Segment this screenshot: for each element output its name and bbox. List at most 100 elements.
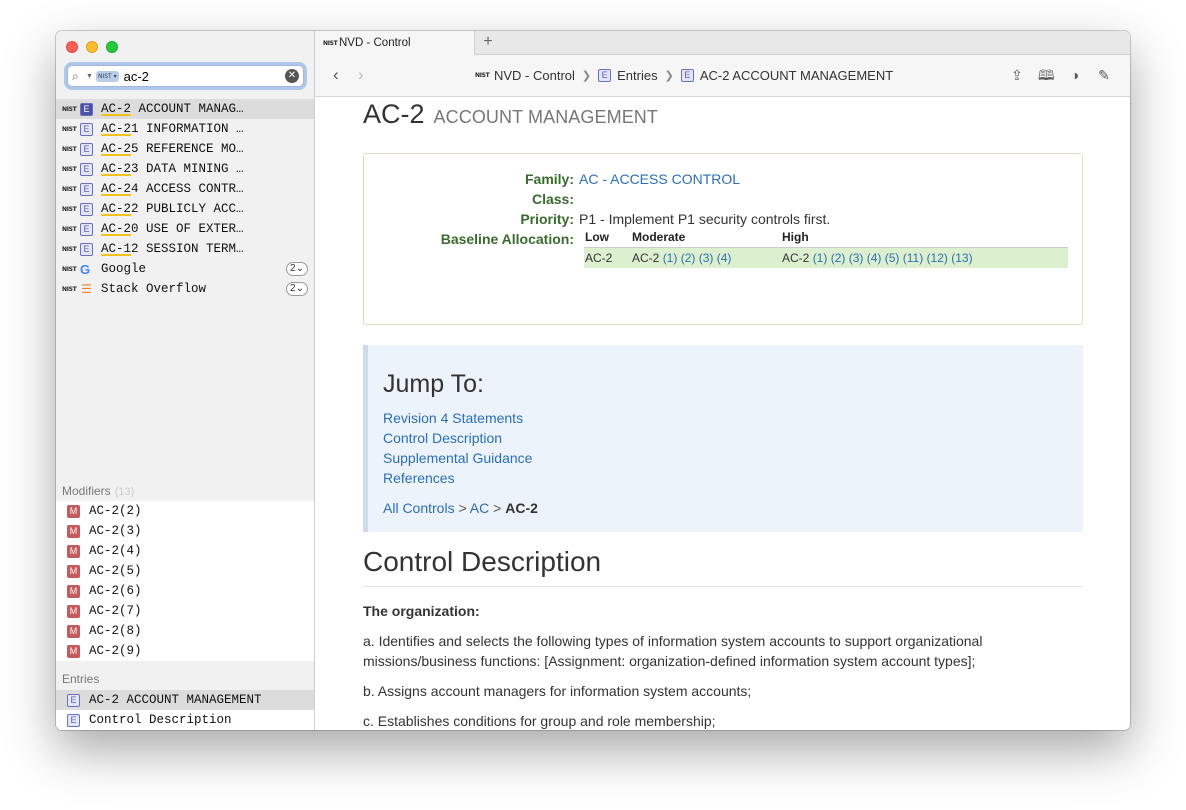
baseline-link[interactable]: (3) — [699, 251, 714, 265]
modifier-type-icon: M — [67, 624, 80, 638]
baseline-link[interactable]: (4) — [717, 251, 732, 265]
result-row[interactable]: NIST E AC-21 INFORMATION SHARING — [56, 119, 314, 139]
nist-docset-icon: NIST — [62, 245, 77, 253]
result-match: AC-1 — [101, 242, 132, 256]
all-controls-link[interactable]: All Controls — [383, 500, 455, 516]
search-field[interactable]: ⌕ ▼ NIST ▾ ✕ — [67, 65, 304, 87]
close-window-button[interactable] — [66, 41, 78, 53]
breadcrumb-current[interactable]: AC-2 ACCOUNT MANAGEMENT — [700, 68, 893, 83]
result-row[interactable]: NIST E AC-2 ACCOUNT MANAGEMENT — [56, 99, 314, 119]
jump-to-box: Jump To: Revision 4 Statements Control D… — [363, 345, 1083, 532]
nist-docset-icon: NIST — [323, 39, 338, 47]
result-row-google[interactable]: NIST G Google 2⌄ — [56, 259, 314, 279]
baseline-link[interactable]: (5) — [885, 251, 900, 265]
result-label: Google — [101, 262, 147, 276]
baseline-table-header: Low Moderate High — [584, 230, 1068, 248]
result-row[interactable]: NIST E AC-25 REFERENCE MONITOR — [56, 139, 314, 159]
back-button[interactable]: ‹ — [333, 65, 339, 85]
tab-nvd-control[interactable]: NIST NVD - Control — [315, 31, 475, 55]
modifier-item[interactable]: M AC-2(6) — [56, 581, 314, 601]
jump-link-revision-statements[interactable]: Revision 4 Statements — [383, 408, 1083, 428]
modifier-item[interactable]: M AC-2(9) — [56, 641, 314, 661]
result-row[interactable]: NIST E AC-24 ACCESS CONTROL DECI… — [56, 179, 314, 199]
baseline-link[interactable]: (2) — [681, 251, 696, 265]
modifier-item[interactable]: M AC-2(4) — [56, 541, 314, 561]
result-row[interactable]: NIST E AC-12 SESSION TERMINATION — [56, 239, 314, 259]
result-match: AC-2 — [101, 222, 132, 236]
bookmark-book-icon[interactable]: 🕮 — [1038, 67, 1055, 83]
contrast-icon[interactable]: ◑ — [1067, 67, 1083, 83]
baseline-link[interactable]: (13) — [951, 251, 972, 265]
result-label: Stack Overflow — [101, 282, 207, 296]
result-row[interactable]: NIST E AC-23 DATA MINING PROTECT… — [56, 159, 314, 179]
jump-link-supplemental-guidance[interactable]: Supplemental Guidance — [383, 448, 1083, 468]
baseline-link[interactable]: (3) — [849, 251, 864, 265]
modifier-item[interactable]: M AC-2(7) — [56, 601, 314, 621]
jump-link-references[interactable]: References — [383, 468, 1083, 488]
baseline-link[interactable]: (12) — [927, 251, 948, 265]
search-icon[interactable]: ⌕ — [72, 69, 86, 84]
baseline-link[interactable]: (11) — [903, 251, 923, 265]
nist-docset-icon: NIST — [62, 185, 77, 193]
tab-title: NVD - Control — [339, 37, 411, 49]
chevron-down-icon[interactable]: ▼ — [86, 73, 93, 80]
nist-docset-icon: NIST — [62, 265, 77, 273]
search-results-list: NIST E AC-2 ACCOUNT MANAGEMENT NIST E AC… — [56, 99, 314, 299]
modifier-item[interactable]: M AC-2(8) — [56, 621, 314, 641]
result-label: 1 INFORMATION SHARING — [131, 122, 251, 136]
chevron-right-icon: ❯ — [664, 70, 674, 82]
jump-link-control-description[interactable]: Control Description — [383, 428, 1083, 448]
modifier-item[interactable]: M AC-2(5) — [56, 561, 314, 581]
baseline-link[interactable]: (1) — [813, 251, 828, 265]
control-description-heading: Control Description — [363, 544, 1083, 587]
zoom-window-button[interactable] — [106, 41, 118, 53]
modifier-type-icon: M — [67, 504, 80, 518]
forward-button[interactable]: › — [358, 65, 364, 85]
entry-type-icon: E — [80, 202, 93, 216]
nist-docset-icon: NIST — [62, 285, 77, 293]
baseline-row: Baseline Allocation: — [440, 231, 574, 247]
result-count-badge[interactable]: 2⌄ — [286, 262, 308, 276]
docset-filter-chip[interactable]: NIST ▾ — [95, 70, 119, 82]
entry-type-icon: E — [67, 693, 80, 707]
result-match: AC-2 — [101, 142, 132, 156]
baseline-link[interactable]: (1) — [663, 251, 678, 265]
nist-docset-icon: NIST — [62, 165, 77, 173]
breadcrumb-section[interactable]: Entries — [617, 68, 657, 83]
entry-item[interactable]: E Control Description — [56, 710, 314, 730]
result-row[interactable]: NIST E AC-22 PUBLICLY ACCESSIBLE… — [56, 199, 314, 219]
clear-search-icon[interactable]: ✕ — [285, 69, 299, 83]
baseline-link[interactable]: (2) — [831, 251, 846, 265]
family-link[interactable]: AC - ACCESS CONTROL — [579, 171, 740, 187]
annotate-icon[interactable]: ✎ — [1096, 67, 1112, 83]
entry-type-icon: E — [80, 102, 93, 116]
search-input[interactable] — [123, 68, 274, 84]
result-label: 3 DATA MINING PROTECT… — [131, 162, 251, 176]
app-window: ⌕ ▼ NIST ▾ ✕ NIST E AC-2 ACCOUNT MANAGEM… — [56, 31, 1130, 730]
sidebar: ⌕ ▼ NIST ▾ ✕ NIST E AC-2 ACCOUNT MANAGEM… — [56, 31, 315, 730]
modifier-item[interactable]: M AC-2(2) — [56, 501, 314, 521]
family-crumb-link[interactable]: AC — [470, 500, 489, 516]
moderate-cell: AC-2 (1) (2) (3) (4) — [632, 251, 732, 265]
organization-lead: The organization: — [363, 603, 480, 619]
main-panel: NIST NVD - Control + ‹ › NIST NVD - Cont… — [315, 31, 1130, 730]
result-count-badge[interactable]: 2⌄ — [286, 282, 308, 296]
entry-item[interactable]: E AC-2 ACCOUNT MANAGEMENT — [56, 690, 314, 710]
result-label: 2 SESSION TERMINATION — [131, 242, 251, 256]
share-icon[interactable]: ⇪ — [1009, 67, 1025, 83]
result-match: AC-2 — [101, 162, 132, 176]
modifier-type-icon: M — [67, 524, 80, 538]
baseline-link[interactable]: (4) — [867, 251, 882, 265]
control-info-box: Family: AC - ACCESS CONTROL Class: Prior… — [363, 153, 1083, 325]
current-control-crumb: AC-2 — [505, 500, 538, 516]
modifier-type-icon: M — [67, 644, 80, 658]
new-tab-button[interactable]: + — [479, 33, 497, 51]
minimize-window-button[interactable] — [86, 41, 98, 53]
modifiers-list: M AC-2(2) M AC-2(3) M AC-2(4) M AC-2(5) M AC-… — [56, 501, 314, 661]
result-row[interactable]: NIST E AC-20 USE OF EXTERNAL INF… — [56, 219, 314, 239]
modifier-item[interactable]: M AC-2(3) — [56, 521, 314, 541]
result-row-stackoverflow[interactable]: NIST ☰ Stack Overflow 2⌄ — [56, 279, 314, 299]
breadcrumb-root[interactable]: NVD - Control — [494, 68, 575, 83]
modifiers-header: Modifiers (13) — [62, 484, 135, 498]
entries-header: Entries — [62, 672, 100, 686]
